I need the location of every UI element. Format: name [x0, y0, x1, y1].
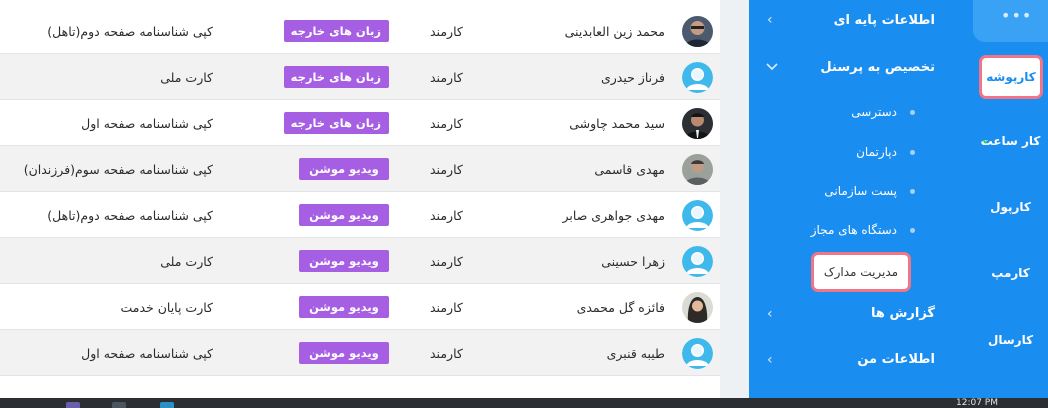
department-badge: ویدیو موشن	[299, 204, 389, 226]
table-row[interactable]: طیبه قنبری کارمند ویدیو موشن کپی شناسنامه ص…	[0, 330, 720, 376]
submenu-item-allowed-devices[interactable]: دستگاه های مجاز	[811, 220, 897, 240]
employee-role: کارمند	[430, 161, 463, 177]
document-type: کارت ملی	[160, 253, 213, 269]
menu-item-label: گزارش ها	[871, 305, 935, 321]
employee-role: کارمند	[430, 299, 463, 315]
rail-item-karmap[interactable]: کارمپ	[973, 266, 1048, 280]
department-cell: زبان های خارجه	[220, 8, 389, 54]
sidebar-menu: اطلاعات پایه ای ‹ تخصیص به پرسنل دسترسی …	[749, 0, 973, 398]
bullet-dot-icon	[910, 150, 915, 155]
chevron-left-icon[interactable]: ‹	[767, 353, 777, 367]
rail-item-karpool[interactable]: کارپول	[973, 200, 1048, 214]
submenu-item-label: مدیریت مدارک	[823, 265, 899, 279]
document-type: کارت پایان خدمت	[120, 299, 213, 315]
department-cell: ویدیو موشن	[220, 146, 389, 192]
app-rail: ••• کارپوشه کار ساعت کارپول کارمپ کارسال	[973, 0, 1048, 398]
avatar	[682, 16, 713, 47]
employee-name: طیبه قنبری	[606, 345, 665, 361]
avatar	[682, 154, 713, 185]
table-row[interactable]: مهدی قاسمی کارمند ویدیو موشن کپی شناسنامه ص…	[0, 146, 720, 192]
document-type: کپی شناسنامه صفحه اول	[81, 345, 213, 361]
department-badge: ویدیو موشن	[299, 296, 389, 318]
rail-item-karsal[interactable]: کارسال	[973, 333, 1048, 347]
menu-item-my-info[interactable]: اطلاعات من	[857, 347, 935, 371]
department-cell: ویدیو موشن	[220, 238, 389, 284]
table-row[interactable]: مهدی جواهری صابر کارمند ویدیو موشن کپی شناس…	[0, 192, 720, 238]
table-row[interactable]: فائزه گل محمدی کارمند ویدیو موشن کارت پایان…	[0, 284, 720, 330]
submenu-item-label: دستگاه های مجاز	[810, 223, 897, 237]
app-icon[interactable]	[112, 402, 126, 408]
bullet-dot-icon	[910, 189, 915, 194]
submenu-item-label: پست سازمانی	[824, 184, 897, 198]
documents-table: محمد زین العابدینی کارمند زبان های خارجه کپ…	[0, 0, 720, 398]
more-dots-icon: •••	[1001, 6, 1033, 25]
employee-role: کارمند	[430, 345, 463, 361]
content-gutter	[720, 0, 749, 398]
department-cell: زبان های خارجه	[220, 54, 389, 100]
avatar	[682, 62, 713, 93]
document-type: کارت ملی	[160, 69, 213, 85]
submenu-item-document-management[interactable]: مدیریت مدارک	[811, 252, 911, 292]
employee-role: کارمند	[430, 69, 463, 85]
rail-item-label: کارپوشه	[986, 70, 1036, 84]
submenu-item-department[interactable]: دپارتمان	[856, 142, 897, 162]
rail-item-karpooshe[interactable]: کارپوشه	[979, 55, 1043, 99]
menu-item-base-info[interactable]: اطلاعات پایه ای	[834, 8, 935, 32]
rail-item-karsaat[interactable]: کار ساعت	[973, 134, 1048, 148]
more-button[interactable]: •••	[973, 0, 1048, 42]
department-cell: زبان های خارجه	[220, 100, 389, 146]
menu-item-personnel-assignment[interactable]: تخصیص به پرسنل	[820, 55, 935, 79]
department-badge: زبان های خارجه	[284, 66, 389, 88]
table-row[interactable]: فرناز حیدری کارمند زبان های خارجه کارت ملی	[0, 54, 720, 100]
submenu-item-access[interactable]: دسترسی	[851, 102, 897, 122]
app-icon[interactable]	[66, 402, 80, 408]
table-row[interactable]: سید محمد چاوشی کارمند زبان های خارجه کپی شن…	[0, 100, 720, 146]
bullet-dot-icon	[910, 110, 915, 115]
table-row[interactable]: محمد زین العابدینی کارمند زبان های خارجه کپ…	[0, 8, 720, 54]
chevron-left-icon[interactable]: ‹	[767, 307, 777, 321]
employee-role: کارمند	[430, 115, 463, 131]
chevron-left-icon[interactable]: ‹	[767, 13, 777, 27]
table-row[interactable]: زهرا حسینی کارمند ویدیو موشن کارت ملی	[0, 238, 720, 284]
menu-item-label: اطلاعات پایه ای	[833, 12, 935, 28]
document-type: کپی شناسنامه صفحه دوم(تاهل)	[47, 23, 213, 39]
bullet-dot-icon	[910, 228, 915, 233]
submenu-item-label: دپارتمان	[856, 145, 897, 159]
employee-name: سید محمد چاوشی	[569, 115, 665, 131]
submenu-item-org-position[interactable]: پست سازمانی	[824, 181, 897, 201]
employee-name: محمد زین العابدینی	[564, 23, 665, 39]
department-cell: ویدیو موشن	[220, 284, 389, 330]
avatar	[682, 292, 713, 323]
chevron-down-icon[interactable]	[766, 62, 778, 72]
avatar	[682, 246, 713, 277]
employee-name: مهدی قاسمی	[594, 161, 665, 177]
avatar	[682, 108, 713, 139]
department-badge: زبان های خارجه	[284, 20, 389, 42]
department-badge: ویدیو موشن	[299, 342, 389, 364]
menu-item-label: تخصیص به پرسنل	[820, 59, 935, 75]
submenu-item-label: دسترسی	[851, 105, 897, 119]
avatar	[682, 338, 713, 369]
app-icon[interactable]	[160, 402, 174, 408]
employee-role: کارمند	[430, 23, 463, 39]
employee-name: مهدی جواهری صابر	[562, 207, 665, 223]
employee-role: کارمند	[430, 207, 463, 223]
document-type: کپی شناسنامه صفحه سوم(فرزندان)	[23, 161, 213, 177]
department-cell: ویدیو موشن	[220, 192, 389, 238]
employee-name: فرناز حیدری	[600, 69, 665, 85]
taskbar-clock: 12:07 PM	[956, 398, 998, 408]
employee-role: کارمند	[430, 253, 463, 269]
department-badge: زبان های خارجه	[284, 112, 389, 134]
document-type: کپی شناسنامه صفحه دوم(تاهل)	[47, 207, 213, 223]
employee-name: فائزه گل محمدی	[576, 299, 665, 315]
os-taskbar: 12:07 PM	[0, 398, 1048, 408]
department-cell: ویدیو موشن	[220, 330, 389, 376]
menu-item-reports[interactable]: گزارش ها	[871, 301, 935, 325]
department-badge: ویدیو موشن	[299, 250, 389, 272]
document-type: کپی شناسنامه صفحه اول	[81, 115, 213, 131]
avatar	[682, 200, 713, 231]
department-badge: ویدیو موشن	[299, 158, 389, 180]
menu-item-label: اطلاعات من	[857, 351, 935, 367]
employee-name: زهرا حسینی	[601, 253, 665, 269]
